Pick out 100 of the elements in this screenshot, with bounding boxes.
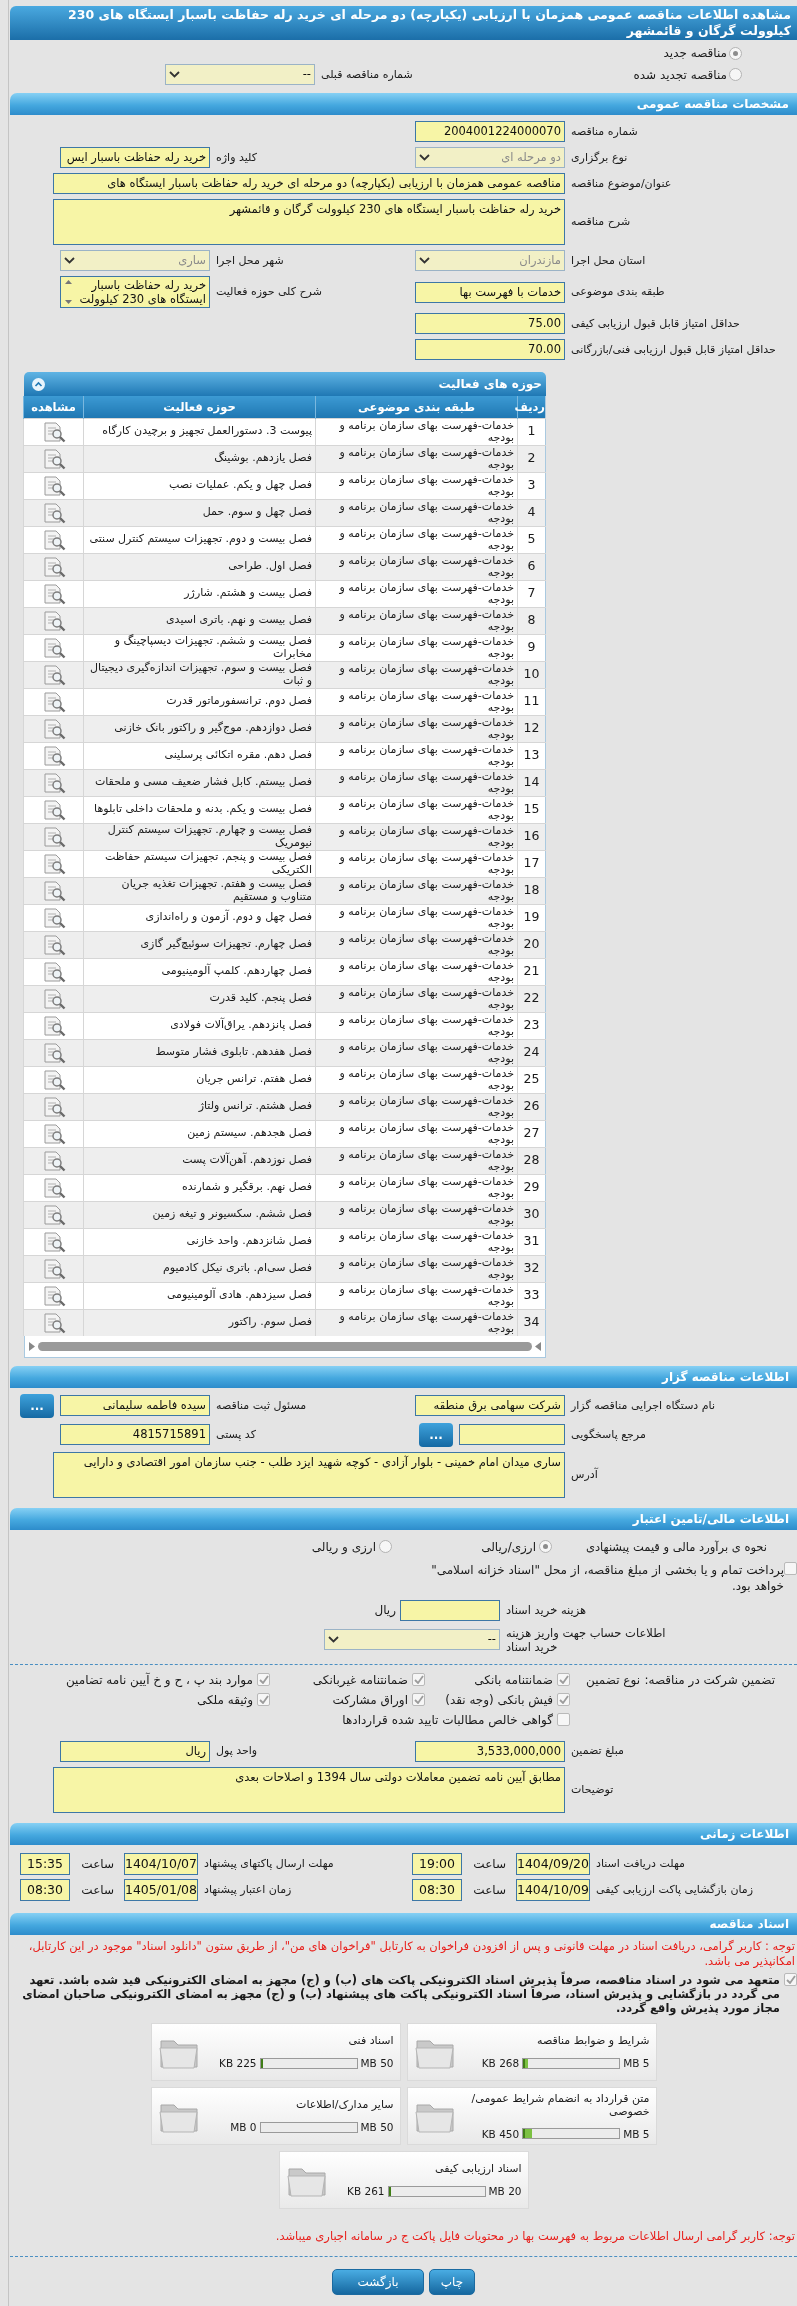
checkbox[interactable] — [557, 1693, 570, 1706]
text-field[interactable]: خدمات با فهرست بها — [415, 281, 565, 303]
text-field[interactable]: سیده فاطمه سلیمانی — [60, 1395, 210, 1416]
time-field[interactable]: 08:30 — [20, 1878, 70, 1901]
text-field[interactable]: خرید رله حفاظت باسبار ایس — [60, 147, 210, 168]
arrow-left-icon[interactable] — [535, 1341, 542, 1351]
document-search-icon[interactable] — [41, 1041, 66, 1064]
document-search-icon[interactable] — [41, 1203, 66, 1226]
text-field[interactable]: مناقصه عمومی همزمان با ارزیابی (یکپارچه) دو مرحله ای خرید رله حفاظت باسبار ایستگاه های — [53, 173, 565, 194]
more-button[interactable]: ... — [419, 1422, 453, 1447]
scrollbar-thumb[interactable] — [38, 1341, 532, 1351]
row-number: 18 — [517, 877, 546, 904]
checkbox[interactable] — [412, 1673, 425, 1686]
max-size: 5 MB — [623, 2057, 650, 2069]
arrow-right-icon[interactable] — [28, 1341, 35, 1351]
text-field[interactable] — [459, 1424, 565, 1445]
document-search-icon[interactable] — [41, 960, 66, 983]
radio-button[interactable] — [539, 1540, 552, 1553]
document-search-icon[interactable] — [41, 663, 66, 686]
radio-button[interactable] — [729, 68, 742, 81]
activity-cell: فصل دوازدهم. موج‌گیر و راکتور بانک خازنی — [83, 715, 316, 742]
document-search-icon[interactable] — [41, 420, 66, 443]
document-search-icon[interactable] — [41, 690, 66, 713]
document-search-icon[interactable] — [41, 906, 66, 929]
horizontal-scrollbar[interactable] — [24, 1335, 546, 1358]
document-search-icon[interactable] — [41, 636, 66, 659]
document-search-icon[interactable] — [41, 528, 66, 551]
text-area[interactable]: ساری میدان امام خمینی - بلوار آزادی - کوچه شهید ایزد طلب - جنب سازمان امور اقتصادی و دارایی — [53, 1451, 565, 1498]
text-field[interactable]: 4815715891 — [60, 1424, 210, 1445]
document-search-icon[interactable] — [41, 1014, 66, 1037]
time-field[interactable]: 08:30 — [412, 1878, 462, 1901]
document-search-icon[interactable] — [41, 771, 66, 794]
category-cell: خدمات-فهرست بهای سازمان برنامه و بودجه — [315, 661, 518, 688]
text-field[interactable]: 2004001224000070 — [415, 121, 565, 142]
checkbox[interactable] — [784, 1972, 797, 1986]
text-field[interactable]: 3,533,000,000 — [415, 1740, 565, 1762]
text-field[interactable]: 70.00 — [415, 339, 565, 360]
checkbox[interactable] — [557, 1713, 570, 1726]
text-field[interactable]: 75.00 — [415, 313, 565, 334]
dropdown[interactable]: -- — [165, 64, 315, 85]
document-search-icon[interactable] — [41, 609, 66, 632]
document-search-icon[interactable] — [41, 474, 66, 497]
document-search-icon[interactable] — [41, 501, 66, 524]
list-box[interactable]: خرید رله حفاظت باسبار ایستگاه های 230 کیلوولت — [60, 276, 210, 308]
date-field[interactable]: 1405/01/08 — [124, 1878, 198, 1901]
document-search-icon[interactable] — [41, 933, 66, 956]
action-button[interactable]: چاپ — [429, 2268, 475, 2295]
row-number: 8 — [517, 607, 546, 634]
document-search-icon[interactable] — [41, 582, 66, 605]
max-size: 50 MB — [360, 2121, 394, 2133]
document-search-icon[interactable] — [41, 447, 66, 470]
document-search-icon[interactable] — [41, 1068, 66, 1091]
text-field[interactable] — [400, 1599, 500, 1621]
checkbox[interactable] — [557, 1673, 570, 1686]
checkbox[interactable] — [784, 1561, 797, 1575]
text-field[interactable]: شرکت سهامی برق منطقه — [415, 1395, 565, 1416]
document-search-icon[interactable] — [41, 1122, 66, 1145]
notice-text: توجه : کاربر گرامی، دریافت اسناد در مهلت قانونی و پس از افزودن فراخوان به کارتابل "فراخوان های من"، از طریق ستون "دانلود اسناد" موجود در این کارتابل، امکانپذیر می باشد. — [27, 1938, 796, 1969]
activity-cell: فصل پنجم. کلید قدرت — [83, 985, 316, 1012]
document-search-icon[interactable] — [41, 555, 66, 578]
checkbox[interactable] — [412, 1693, 425, 1706]
date-field[interactable]: 1404/09/20 — [516, 1852, 590, 1875]
date-field[interactable]: 1404/10/09 — [516, 1878, 590, 1901]
radio-button[interactable] — [379, 1540, 392, 1553]
date-field[interactable]: 1404/10/07 — [124, 1852, 198, 1875]
time-label: ساعت — [472, 1856, 507, 1871]
more-button[interactable]: ... — [20, 1393, 54, 1418]
radio-button[interactable] — [729, 46, 742, 60]
section-header: اطلاعات مناقصه گزار — [10, 1365, 797, 1388]
text-area[interactable]: خرید رله حفاظت باسبار ایستگاه های 230 کیلوولت گرگان و قائمشهر — [53, 199, 565, 245]
document-search-icon[interactable] — [41, 852, 66, 875]
document-search-icon[interactable] — [41, 1230, 66, 1253]
document-search-icon[interactable] — [41, 1176, 66, 1199]
document-search-icon[interactable] — [41, 717, 66, 740]
checkbox[interactable] — [257, 1673, 270, 1686]
text-field[interactable]: ریال — [60, 1740, 210, 1762]
document-search-icon[interactable] — [41, 879, 66, 902]
row-number: 28 — [517, 1147, 546, 1174]
document-search-icon[interactable] — [41, 825, 66, 848]
text-area[interactable]: مطابق آیین نامه تضمین معاملات دولتی سال 1394 و اصلاحات بعدی — [53, 1766, 565, 1813]
document-search-icon[interactable] — [41, 1257, 66, 1280]
dropdown[interactable]: -- — [324, 1629, 500, 1650]
field-label: کلید واژه — [215, 150, 258, 165]
action-button[interactable]: بازگشت — [332, 2268, 424, 2295]
document-search-icon[interactable] — [41, 987, 66, 1010]
field-label: نوع برگزاری — [570, 150, 629, 165]
document-search-icon[interactable] — [41, 798, 66, 821]
category-cell: خدمات-فهرست بهای سازمان برنامه و بودجه — [315, 445, 518, 472]
document-search-icon[interactable] — [41, 1095, 66, 1118]
activity-cell: فصل نوزدهم. آهن‌آلات پست — [83, 1147, 316, 1174]
collapse-icon[interactable] — [32, 377, 45, 391]
time-field[interactable]: 15:35 — [20, 1852, 70, 1875]
row-number: 26 — [517, 1093, 546, 1120]
document-search-icon[interactable] — [41, 744, 66, 767]
file-title: سایر مدارک/اطلاعات — [296, 2098, 394, 2111]
document-search-icon[interactable] — [41, 1149, 66, 1172]
time-field[interactable]: 19:00 — [412, 1852, 462, 1875]
document-search-icon[interactable] — [41, 1284, 66, 1307]
document-search-icon[interactable] — [41, 1311, 66, 1334]
checkbox[interactable] — [257, 1693, 270, 1706]
